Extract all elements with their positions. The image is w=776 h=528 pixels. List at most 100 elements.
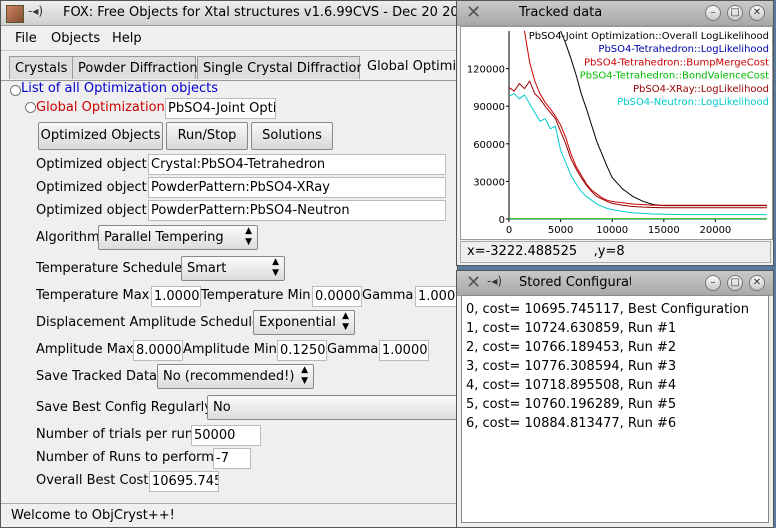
close-icon[interactable]: ✕ <box>749 5 765 21</box>
trials-per-run-label: Number of trials per run: <box>36 427 198 442</box>
list-item[interactable]: 5, cost= 10760.196289, Run #5 <box>466 397 676 412</box>
displacement-schedule-select[interactable]: Exponential ▲ ▼ <box>253 310 355 335</box>
tab-global-optimization[interactable]: Global Optimization <box>361 54 457 80</box>
temperature-max-field[interactable]: 1.0000 <box>151 286 201 307</box>
list-item[interactable]: 0, cost= 10695.745117, Best Configuratio… <box>466 302 749 317</box>
temperature-gamma-field[interactable]: 1.0000 <box>415 286 457 307</box>
save-best-config-value: No <box>213 400 231 415</box>
close-icon[interactable]: ✕ <box>749 275 765 291</box>
coordinate-readout: x=-3222.488525 ,y=8 <box>460 241 771 263</box>
x-tick-label: 10000 <box>596 225 628 236</box>
legend-entry: PbSO4-Neutron::LogLikelihood <box>617 97 769 108</box>
legend-entry: PbSO4-Tetrahedron::LogLikelihood <box>598 44 769 55</box>
series-line-5 <box>508 93 767 216</box>
list-item[interactable]: 2, cost= 10766.189453, Run #2 <box>466 340 676 355</box>
y-tick-label: 0 <box>499 215 505 226</box>
menu-help[interactable]: Help <box>112 31 142 46</box>
global-optimization-panel: List of all Optimization objects Global … <box>1 80 457 499</box>
global-opt-collapse-icon[interactable] <box>25 102 36 113</box>
x-tick-label: 0 <box>506 225 512 236</box>
main-window-title: FOX: Free Objects for Xtal structures v1… <box>63 5 458 20</box>
amplitude-min-label: Amplitude Min: <box>183 342 282 357</box>
temperature-max-label: Temperature Max: <box>36 288 154 303</box>
temperature-schedule-select[interactable]: Smart ▲ ▼ <box>181 256 285 281</box>
temperature-schedule-label: Temperature Schedule <box>36 261 183 276</box>
menu-file[interactable]: File <box>15 31 37 46</box>
optimized-object-field-3[interactable]: PowderPattern:PbSO4-Neutron <box>148 200 446 221</box>
displacement-schedule-label: Displacement Amplitude Schedule <box>36 315 260 330</box>
tree-collapse-icon[interactable] <box>10 85 21 96</box>
tracked-data-chart: 0 5000 10000 15000 20000 0 30000 60000 90000 1200… <box>467 30 769 236</box>
y-tick-label: 30000 <box>473 177 505 188</box>
legend-entry: PbSO4-Joint Optimization::Overall LogLik… <box>529 31 769 42</box>
amplitude-min-field[interactable]: 0.1250 <box>277 340 327 361</box>
x-tick-label: 15000 <box>648 225 680 236</box>
y-tick-label: 60000 <box>473 140 505 151</box>
tracked-titlebar[interactable]: ✕ Tracked data – □ ✕ <box>457 1 773 26</box>
list-item[interactable]: 3, cost= 10776.308594, Run #3 <box>466 359 676 374</box>
combo-arrows-icon: ▲ ▼ <box>342 311 349 332</box>
list-item[interactable]: 1, cost= 10724.630859, Run #1 <box>466 321 676 336</box>
tab-powder-diffraction[interactable]: Powder Diffraction <box>72 56 198 79</box>
run-stop-button[interactable]: Run/Stop <box>166 122 248 150</box>
close-x-icon[interactable]: ✕ <box>466 272 481 293</box>
x-tick-label: 20000 <box>699 225 731 236</box>
menu-objects[interactable]: Objects <box>51 31 100 46</box>
list-item[interactable]: 6, cost= 10884.813477, Run #6 <box>466 416 676 431</box>
temperature-min-label: Temperature Min: <box>201 288 315 303</box>
combo-arrows-icon: ▲ ▼ <box>272 257 279 278</box>
tab-bar: Crystals Powder Diffraction Single Cryst… <box>5 54 457 80</box>
save-best-config-select[interactable]: No <box>207 395 457 420</box>
legend-entry: PbSO4-XRay::LogLikelihood <box>633 84 769 95</box>
coordinate-readout-text: x=-3222.488525 ,y=8 <box>467 244 625 259</box>
app-icon <box>6 5 24 23</box>
tree-root-label[interactable]: List of all Optimization objects <box>21 81 218 96</box>
stored-window-title: Stored Configurations <box>519 275 631 290</box>
stored-configurations-window: ✕ -◂) Stored Configurations – □ ✕ 0, cos… <box>456 270 774 528</box>
overall-best-cost-label: Overall Best Cost: <box>36 473 153 488</box>
displacement-schedule-value: Exponential <box>259 315 336 330</box>
amplitude-max-field[interactable]: 8.0000 <box>133 340 183 361</box>
algorithm-select[interactable]: Parallel Tempering ▲ ▼ <box>98 225 258 250</box>
minimize-icon[interactable]: – <box>705 275 721 291</box>
legend-entry: PbSO4-Tetrahedron::BumpMergeCost <box>584 57 769 68</box>
trials-per-run-field[interactable]: 50000 <box>191 425 261 446</box>
status-text: Welcome to ObjCryst++! <box>11 508 175 523</box>
runs-to-perform-label: Number of Runs to perform: <box>36 450 219 465</box>
tab-single-crystal-diffraction[interactable]: Single Crystal Diffraction <box>197 56 365 79</box>
runs-to-perform-field[interactable]: -7 <box>213 448 251 469</box>
legend-entry: PbSO4-Tetrahedron::BondValenceCost <box>580 71 769 82</box>
list-item[interactable]: 4, cost= 10718.895508, Run #4 <box>466 378 676 393</box>
algorithm-label: Algorithm <box>36 230 100 245</box>
chart-area[interactable]: 0 5000 10000 15000 20000 0 30000 60000 90000 1200… <box>460 26 773 240</box>
optimized-object-field-2[interactable]: PowderPattern:PbSO4-XRay <box>148 177 446 198</box>
status-bar: Welcome to ObjCryst++! <box>1 503 457 527</box>
amplitude-gamma-label: Gamma: <box>327 342 383 357</box>
save-tracked-data-select[interactable]: No (recommended!) ▲ ▼ <box>157 364 314 389</box>
main-titlebar[interactable]: -◂) FOX: Free Objects for Xtal structure… <box>1 1 457 26</box>
save-best-config-label: Save Best Config Regularly <box>36 400 212 415</box>
combo-arrows-icon: ▲ ▼ <box>245 226 252 247</box>
y-tick-label: 90000 <box>473 102 505 113</box>
save-tracked-data-label: Save Tracked Data <box>36 369 158 384</box>
save-tracked-data-value: No (recommended!) <box>163 369 295 384</box>
tab-crystals[interactable]: Crystals <box>9 56 73 79</box>
solutions-button[interactable]: Solutions <box>251 122 333 150</box>
optimized-object-label-2: Optimized object: <box>36 180 152 195</box>
temperature-min-field[interactable]: 0.0000 <box>312 286 362 307</box>
maximize-icon[interactable]: □ <box>727 5 743 21</box>
y-tick-label: 120000 <box>467 65 505 76</box>
x-tick-label: 5000 <box>548 225 573 236</box>
close-x-icon[interactable]: ✕ <box>466 2 481 23</box>
global-opt-name-field[interactable]: PbSO4-Joint Optimization <box>165 98 276 119</box>
amplitude-gamma-field[interactable]: 1.0000 <box>379 340 429 361</box>
optimized-object-label-1: Optimized object: <box>36 157 152 172</box>
stored-titlebar[interactable]: ✕ -◂) Stored Configurations – □ ✕ <box>457 271 773 296</box>
optimized-objects-button[interactable]: Optimized Objects <box>38 122 163 150</box>
pin-icon[interactable]: -◂) <box>487 274 502 288</box>
optimized-object-field-1[interactable]: Crystal:PbSO4-Tetrahedron <box>148 154 446 175</box>
minimize-icon[interactable]: – <box>705 5 721 21</box>
pin-icon[interactable]: -◂) <box>28 4 43 18</box>
temperature-schedule-value: Smart <box>187 261 227 276</box>
maximize-icon[interactable]: □ <box>727 275 743 291</box>
